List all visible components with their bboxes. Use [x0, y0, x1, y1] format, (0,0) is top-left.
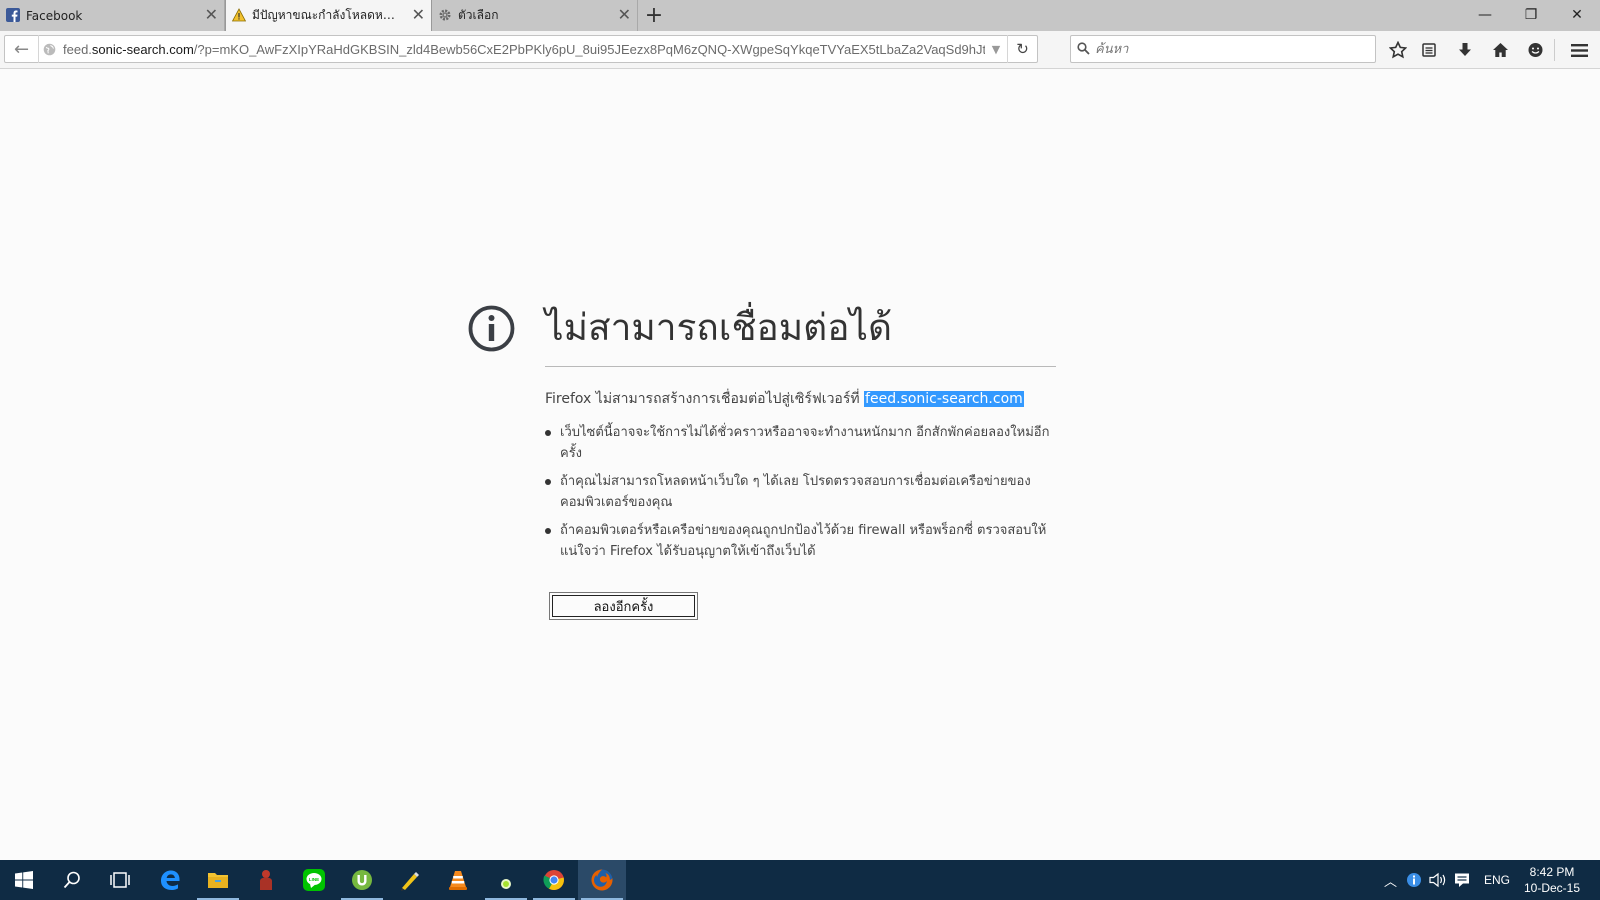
- app-pen-tool[interactable]: [386, 860, 434, 900]
- start-button[interactable]: [0, 860, 48, 900]
- tab-facebook[interactable]: Facebook ✕: [0, 0, 225, 31]
- list-item: ถ้าคอมพิวเตอร์หรือเครือข่ายของคุณถูกปกป้…: [545, 520, 1055, 562]
- chrome-app[interactable]: [530, 860, 578, 900]
- line-app[interactable]: LINE: [290, 860, 338, 900]
- task-view-button[interactable]: [96, 860, 144, 900]
- new-tab-button[interactable]: +: [638, 0, 670, 31]
- hamburger-menu-icon: [1570, 43, 1588, 57]
- dropdown-arrow-icon: ▼: [991, 42, 1001, 56]
- chevron-up-icon: ︿: [1384, 874, 1398, 890]
- site-identity-icon[interactable]: [39, 35, 59, 63]
- edge-app[interactable]: [146, 860, 194, 900]
- firefox-app[interactable]: [578, 860, 626, 900]
- close-window-button[interactable]: ✕: [1554, 0, 1600, 30]
- error-page: ไม่สามารถเชื่อมต่อได้ Firefox ไม่สามารถส…: [0, 70, 1600, 860]
- search-bar[interactable]: [1070, 35, 1376, 63]
- url-text[interactable]: feed.sonic-search.com/?p=mKO_AwFzXIpYRaH…: [59, 42, 985, 57]
- url-prefix: feed.: [63, 41, 92, 57]
- tab-label: มีปัญหาขณะกำลังโหลดหน้า...: [252, 8, 410, 22]
- show-hidden-icons-button[interactable]: ︿: [1384, 860, 1397, 900]
- input-language-indicator[interactable]: ENG: [1484, 860, 1510, 900]
- info-tray-icon: [1407, 873, 1421, 887]
- list-item: เว็บไซต์นี้อาจจะใช้การไม่ได้ชั่วคราวหรือ…: [545, 422, 1055, 464]
- edge-icon: [161, 870, 180, 890]
- reload-button[interactable]: ↻: [1007, 35, 1037, 63]
- navigation-toolbar: ← feed.sonic-search.com/?p=mKO_AwFzXIpYR…: [0, 31, 1600, 69]
- tab-label: ตัวเลือก: [458, 8, 499, 22]
- vlc-app[interactable]: [434, 860, 482, 900]
- list-item: ถ้าคุณไม่สามารถโหลดหน้าเว็บใด ๆ ได้เลย โ…: [545, 471, 1055, 513]
- firefox-icon: [591, 869, 613, 891]
- smiley-chat-icon: [1528, 42, 1542, 57]
- utorrent-app[interactable]: [338, 860, 386, 900]
- vlc-cone-icon: [449, 871, 467, 890]
- server-host-highlight: feed.sonic-search.com: [864, 391, 1024, 407]
- url-path: /?p=mKO_AwFzXIpYRaHdGKBSIN_zld4Bewb56CxE…: [193, 41, 985, 57]
- tray-info-button[interactable]: [1406, 860, 1422, 900]
- app-green-dot[interactable]: [482, 860, 530, 900]
- home-button[interactable]: [1484, 35, 1516, 65]
- svg-text:LINE: LINE: [309, 877, 319, 882]
- folder-icon: [208, 873, 228, 888]
- minimize-button[interactable]: —: [1462, 0, 1508, 30]
- windows-taskbar: LINE ︿ ENG 8:42 PM 10-Dec-15: [0, 860, 1600, 900]
- speaker-icon: [1429, 872, 1446, 888]
- search-icon: [1071, 40, 1095, 59]
- bookmarks-menu-button[interactable]: [1413, 35, 1445, 65]
- bookmark-star-button[interactable]: [1382, 35, 1414, 65]
- windows-logo-icon: [15, 871, 33, 889]
- download-arrow-icon: [1459, 43, 1471, 56]
- tab-error-page[interactable]: มีปัญหาขณะกำลังโหลดหน้า... ✕: [225, 0, 432, 31]
- search-icon: [63, 871, 80, 889]
- star-icon: [1389, 41, 1407, 59]
- facebook-icon: [6, 8, 20, 22]
- pen-tool-icon: [401, 872, 419, 891]
- warning-icon: [232, 8, 246, 22]
- close-tab-icon[interactable]: ✕: [205, 5, 218, 25]
- clock-date: 10-Dec-15: [1523, 881, 1581, 895]
- chrome-icon: [543, 870, 564, 890]
- volume-button[interactable]: [1429, 860, 1447, 900]
- home-icon: [1492, 43, 1508, 57]
- file-explorer-app[interactable]: [194, 860, 242, 900]
- hello-button[interactable]: [1519, 35, 1551, 65]
- tab-options[interactable]: ตัวเลือก ✕: [432, 0, 638, 31]
- downloads-button[interactable]: [1449, 35, 1481, 65]
- url-history-dropdown[interactable]: ▼: [985, 43, 1007, 56]
- app-red-figure[interactable]: [242, 860, 290, 900]
- green-dot-icon: [501, 879, 511, 889]
- tab-bar: Facebook ✕ มีปัญหาขณะกำลังโหลดหน้า... ✕ …: [0, 0, 1600, 31]
- search-taskbar-button[interactable]: [48, 860, 96, 900]
- globe-icon: [43, 43, 55, 55]
- url-bar[interactable]: ← feed.sonic-search.com/?p=mKO_AwFzXIpYR…: [4, 35, 1038, 63]
- gear-icon: [439, 9, 451, 21]
- red-figure-icon: [260, 870, 272, 890]
- close-tab-icon[interactable]: ✕: [412, 5, 425, 25]
- taskbar-clock[interactable]: 8:42 PM 10-Dec-15: [1511, 864, 1593, 896]
- search-input[interactable]: [1095, 41, 1365, 57]
- utorrent-icon: [352, 870, 372, 890]
- tab-label: Facebook: [26, 8, 83, 23]
- description-text: Firefox ไม่สามารถสร้างการเชื่อมต่อไปสู่เ…: [545, 391, 865, 407]
- title-divider: [545, 366, 1056, 367]
- reload-icon: ↻: [1016, 40, 1029, 58]
- back-arrow-icon: ←: [13, 38, 30, 60]
- notification-icon: [1455, 873, 1469, 887]
- bookmarks-list-icon: [1422, 43, 1436, 57]
- close-tab-icon[interactable]: ✕: [618, 5, 631, 25]
- restore-button[interactable]: ❐: [1508, 0, 1554, 30]
- url-host: sonic-search.com: [91, 41, 194, 57]
- suggestion-list: เว็บไซต์นี้อาจจะใช้การไม่ได้ชั่วคราวหรือ…: [545, 422, 1055, 569]
- clock-time: 8:42 PM: [1529, 865, 1575, 879]
- try-again-button[interactable]: ลองอีกครั้ง: [549, 592, 698, 620]
- info-icon: [468, 305, 515, 352]
- task-view-icon: [110, 872, 130, 888]
- page-title: ไม่สามารถเชื่อมต่อได้: [545, 306, 893, 349]
- open-menu-button[interactable]: [1563, 35, 1595, 65]
- toolbar-separator: [1554, 39, 1555, 61]
- line-icon: LINE: [303, 869, 325, 891]
- action-center-button[interactable]: [1454, 860, 1470, 900]
- error-description: Firefox ไม่สามารถสร้างการเชื่อมต่อไปสู่เ…: [545, 388, 1024, 410]
- back-button[interactable]: ←: [5, 35, 39, 63]
